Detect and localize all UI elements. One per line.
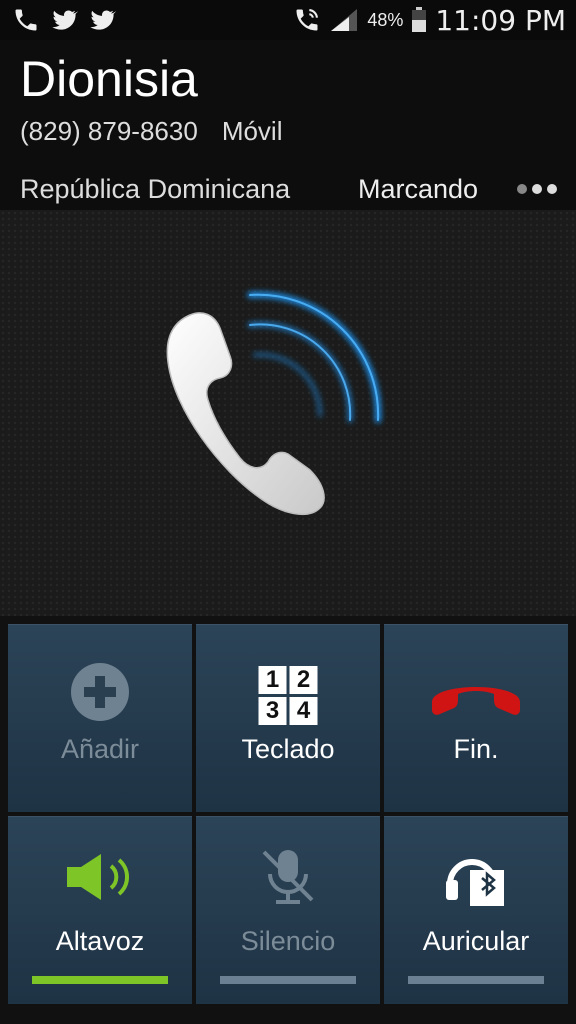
speaker-label: Altavoz xyxy=(55,926,145,956)
battery-percent: 48% xyxy=(367,9,404,30)
headset-label: Auricular xyxy=(422,926,530,956)
add-call-button[interactable]: Añadir xyxy=(8,624,192,812)
progress-dots xyxy=(517,184,557,194)
keypad-digit: 2 xyxy=(289,666,318,694)
phone-call-icon xyxy=(15,9,37,31)
phone-number: (829) 879-8630 xyxy=(20,116,198,146)
keypad-digit: 1 xyxy=(258,666,287,694)
keypad-icon: 1 2 3 4 xyxy=(258,666,318,725)
add-call-label: Añadir xyxy=(60,734,140,764)
call-controls: Añadir 1 2 3 4 Teclado Fin. Altavoz Sile… xyxy=(0,616,576,1024)
bluetooth-headset-icon xyxy=(446,859,504,906)
speaker-button[interactable]: Altavoz xyxy=(8,816,192,1004)
mute-indicator xyxy=(220,976,356,984)
number-line: (829) 879-8630 Móvil xyxy=(20,116,282,147)
status-bar: 48% 11:09 PM xyxy=(0,0,576,40)
country: República Dominicana xyxy=(20,174,291,204)
number-type: Móvil xyxy=(221,116,283,146)
mute-label: Silencio xyxy=(240,926,336,956)
headset-indicator xyxy=(408,976,544,984)
mute-mic-icon xyxy=(262,850,314,904)
end-call-button[interactable]: Fin. xyxy=(384,624,568,812)
plus-icon xyxy=(71,663,129,721)
progress-dot xyxy=(547,184,557,194)
speaker-indicator xyxy=(32,976,168,984)
call-header: Dionisia (829) 879-8630 Móvil República D… xyxy=(0,40,576,210)
phone-handset-icon xyxy=(166,291,382,516)
keypad-digit: 4 xyxy=(289,697,318,725)
speaker-icon xyxy=(67,854,130,900)
keypad-button[interactable]: 1 2 3 4 Teclado xyxy=(196,624,380,812)
twitter-icon xyxy=(52,10,78,30)
keypad-digit: 3 xyxy=(258,697,287,725)
keypad-label: Teclado xyxy=(241,734,335,764)
mute-button[interactable]: Silencio xyxy=(196,816,380,1004)
clock: 11:09 PM xyxy=(435,3,566,37)
battery-icon xyxy=(412,7,427,32)
wifi-calling-icon xyxy=(296,9,319,31)
call-animation-area xyxy=(0,210,576,616)
progress-dot xyxy=(532,184,542,194)
end-call-label: Fin. xyxy=(453,734,499,764)
end-call-icon xyxy=(432,687,520,715)
contact-name: Dionisia xyxy=(20,51,198,107)
call-status: Marcando xyxy=(358,174,479,204)
signal-icon xyxy=(331,9,358,31)
headset-button[interactable]: Auricular xyxy=(384,816,568,1004)
progress-dot xyxy=(517,184,527,194)
twitter-icon xyxy=(90,10,116,30)
